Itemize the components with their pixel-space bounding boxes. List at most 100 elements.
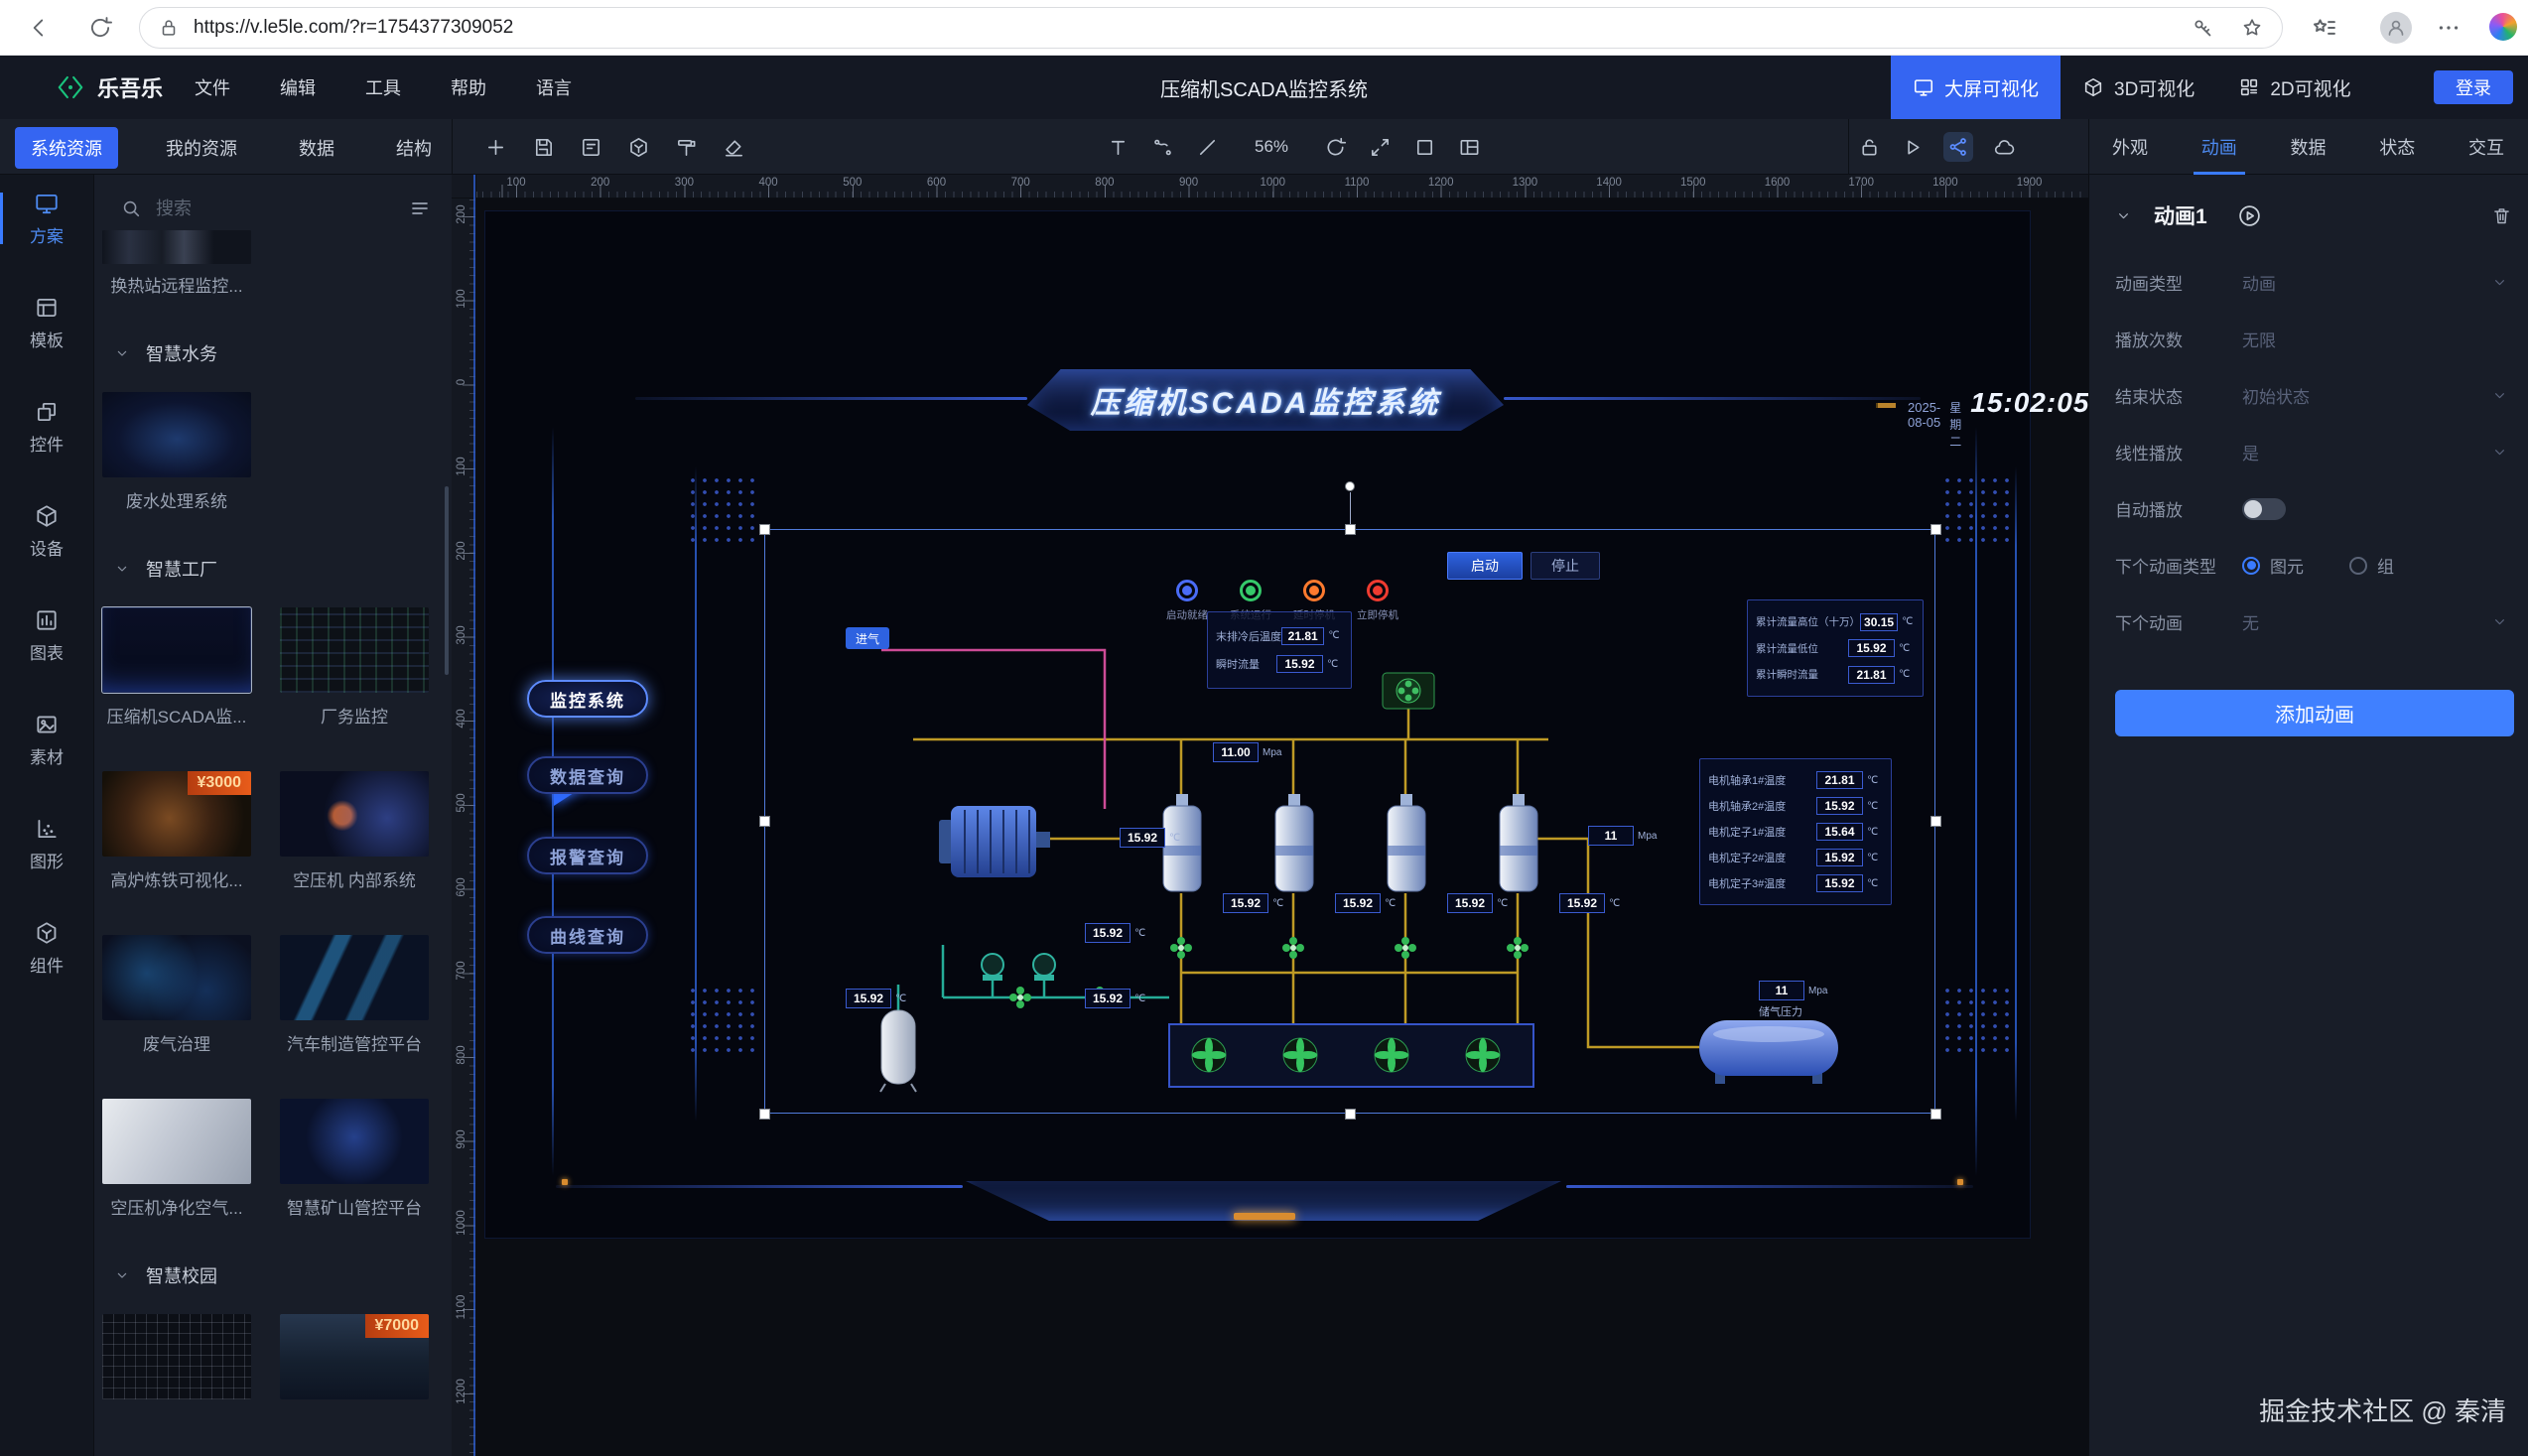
asset-thumbnail[interactable]	[280, 1099, 429, 1184]
url-text[interactable]: https://v.le5le.com/?r=1754377309052	[194, 17, 2191, 39]
selection-handle[interactable]	[759, 524, 770, 535]
zoom-level[interactable]: 56%	[1255, 137, 1288, 157]
tab-外观[interactable]: 外观	[2112, 119, 2148, 175]
fit-screen-icon[interactable]	[1369, 136, 1392, 159]
resource-tab-我的资源[interactable]: 我的资源	[152, 127, 251, 169]
mode-3D可视化[interactable]: 3D可视化	[2061, 56, 2216, 119]
list-icon[interactable]	[408, 197, 432, 220]
rail-item-图形[interactable]: 图形	[0, 816, 93, 871]
delete-animation-icon[interactable]	[2491, 205, 2512, 226]
field-value[interactable]: 是	[2242, 440, 2259, 464]
layout-icon[interactable]	[1458, 136, 1481, 159]
notes-icon[interactable]	[580, 136, 602, 159]
field-value[interactable]: 无	[2242, 609, 2259, 634]
selection-handle[interactable]	[1345, 1109, 1356, 1120]
chevron-down-icon[interactable]	[2491, 274, 2508, 291]
editor-canvas[interactable]: 压缩机SCADA监控系统 2025-08-05 星期二 15:02:05 启动就…	[476, 199, 2088, 1456]
section-header-智慧校园[interactable]: 智慧校园	[114, 1262, 452, 1288]
asset-thumbnail[interactable]	[102, 230, 251, 264]
asset-thumbnail[interactable]	[102, 935, 251, 1020]
tab-数据[interactable]: 数据	[2291, 119, 2327, 175]
selection-handle[interactable]	[1345, 524, 1356, 535]
back-icon[interactable]	[26, 15, 52, 41]
field-value[interactable]: 初始状态	[2242, 383, 2310, 408]
menu-item[interactable]: 帮助	[451, 74, 486, 100]
menu-item[interactable]: 工具	[365, 74, 401, 100]
asset-thumbnail[interactable]	[102, 607, 251, 693]
component-icon[interactable]	[627, 136, 650, 159]
rail-item-组件[interactable]: 组件	[0, 920, 93, 976]
bookmark-star-icon[interactable]	[2240, 16, 2264, 40]
radio-组[interactable]: 组	[2349, 553, 2394, 578]
save-icon[interactable]	[532, 136, 555, 159]
mode-2D可视化[interactable]: 2D可视化	[2216, 56, 2372, 119]
play-animation-icon[interactable]	[2237, 203, 2262, 228]
rail-item-模板[interactable]: 模板	[0, 295, 93, 350]
asset-thumbnail[interactable]: ¥3000	[102, 771, 251, 857]
frame-icon[interactable]	[1413, 136, 1436, 159]
menu-item[interactable]: 文件	[195, 74, 230, 100]
scada-menu-数据查询[interactable]: 数据查询	[527, 756, 648, 794]
favorites-bar-icon[interactable]	[2311, 14, 2338, 42]
scada-menu-报警查询[interactable]: 报警查询	[527, 837, 648, 874]
tab-状态[interactable]: 状态	[2379, 119, 2415, 175]
asset-thumbnail[interactable]	[280, 607, 429, 693]
asset-thumbnail[interactable]	[102, 1314, 251, 1399]
asset-thumbnail[interactable]	[102, 392, 251, 477]
document-title[interactable]: 压缩机SCADA监控系统	[1160, 56, 1368, 119]
share-icon[interactable]	[1943, 132, 1973, 162]
selection-handle[interactable]	[1930, 816, 1941, 827]
asset-thumbnail[interactable]	[280, 771, 429, 857]
copilot-icon[interactable]	[2489, 13, 2517, 41]
eraser-icon[interactable]	[723, 136, 745, 159]
play-icon[interactable]	[1901, 136, 1924, 159]
text-icon[interactable]	[1107, 136, 1130, 159]
refresh-icon[interactable]	[87, 15, 113, 41]
chevron-down-icon[interactable]	[2491, 613, 2508, 630]
toggle-switch[interactable]	[2242, 498, 2286, 520]
chevron-down-icon[interactable]	[2491, 387, 2508, 404]
radio-图元[interactable]: 图元	[2242, 553, 2304, 578]
chevron-down-icon[interactable]	[2491, 444, 2508, 461]
resource-tab-数据[interactable]: 数据	[285, 127, 348, 169]
tab-动画[interactable]: 动画	[2201, 119, 2237, 175]
selection-handle[interactable]	[1930, 524, 1941, 535]
rail-item-方案[interactable]: 方案	[0, 191, 93, 246]
assets-scrollbar[interactable]	[445, 486, 449, 675]
scada-menu-监控系统[interactable]: 监控系统	[527, 680, 648, 718]
add-icon[interactable]	[484, 136, 507, 159]
unlock-icon[interactable]	[1858, 136, 1881, 159]
resource-tab-结构[interactable]: 结构	[382, 127, 446, 169]
collapse-chevron-icon[interactable]	[2115, 207, 2132, 224]
asset-thumbnail[interactable]	[102, 1099, 251, 1184]
rotate-handle[interactable]	[1345, 481, 1355, 491]
selection-handle[interactable]	[759, 816, 770, 827]
app-logo[interactable]: 乐吾乐	[56, 71, 163, 103]
rail-item-素材[interactable]: 素材	[0, 712, 93, 767]
asset-thumbnail[interactable]: ¥7000	[280, 1314, 429, 1399]
section-header-智慧水务[interactable]: 智慧水务	[114, 340, 452, 366]
rail-item-控件[interactable]: 控件	[0, 399, 93, 455]
login-button[interactable]: 登录	[2434, 70, 2513, 104]
selection-handle[interactable]	[759, 1109, 770, 1120]
mode-大屏可视化[interactable]: 大屏可视化	[1891, 56, 2061, 119]
tab-交互[interactable]: 交互	[2468, 119, 2504, 175]
field-value[interactable]: 无限	[2242, 327, 2276, 351]
resource-tab-系统资源[interactable]: 系统资源	[15, 127, 118, 169]
rail-item-图表[interactable]: 图表	[0, 607, 93, 663]
key-icon[interactable]	[2191, 16, 2214, 40]
section-header-智慧工厂[interactable]: 智慧工厂	[114, 556, 452, 582]
menu-item[interactable]: 语言	[536, 74, 572, 100]
connector-icon[interactable]	[1151, 136, 1174, 159]
search-input[interactable]	[156, 199, 408, 219]
refresh-icon[interactable]	[1324, 136, 1347, 159]
cloud-icon[interactable]	[1993, 136, 2016, 159]
asset-thumbnail[interactable]	[280, 935, 429, 1020]
browser-menu-icon[interactable]	[2436, 15, 2461, 41]
profile-avatar[interactable]	[2380, 12, 2412, 44]
rail-item-设备[interactable]: 设备	[0, 503, 93, 559]
selection-box[interactable]	[764, 529, 1935, 1114]
scada-menu-曲线查询[interactable]: 曲线查询	[527, 916, 648, 954]
menu-item[interactable]: 编辑	[280, 74, 316, 100]
paint-roller-icon[interactable]	[675, 136, 698, 159]
